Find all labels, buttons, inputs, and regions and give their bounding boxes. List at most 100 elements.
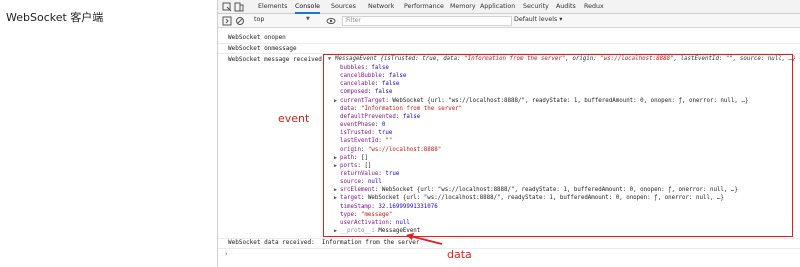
property-value: true — [378, 130, 393, 137]
expand-triangle-icon[interactable]: ▶ — [334, 228, 337, 234]
property-key: path — [340, 154, 354, 161]
property-value: [] — [364, 162, 372, 169]
event-property-row: eventPhase: 0 — [340, 122, 386, 129]
property-key: srcElement — [340, 187, 375, 194]
console-prompt-icon[interactable]: › — [224, 250, 228, 258]
console-toolbar: top ▼ Filter Default levels ▾ — [218, 14, 800, 28]
event-property-row: source: null — [340, 179, 382, 186]
eye-icon[interactable] — [326, 16, 336, 26]
console-output: WebSocket onopen WebSocket onmessage Web… — [218, 28, 800, 267]
expand-triangle-icon[interactable]: ▼ — [328, 56, 331, 62]
property-value: false — [374, 89, 393, 96]
expand-triangle-icon[interactable]: ▶ — [334, 195, 337, 201]
tab-security[interactable]: Security — [523, 0, 549, 14]
tab-performance[interactable]: Performance — [404, 0, 444, 14]
property-key: origin — [340, 146, 361, 153]
sidebar-toggle-icon[interactable] — [222, 16, 232, 26]
tab-network[interactable]: Network — [368, 0, 394, 14]
devtools-panel: Elements Console Sources Network Perform… — [217, 0, 800, 267]
log-line-onopen: WebSocket onopen — [228, 34, 286, 41]
event-property-row: data: "Information from the server" — [340, 105, 463, 112]
expand-triangle-icon[interactable]: ▶ — [334, 98, 337, 104]
tab-memory[interactable]: Memory — [450, 0, 476, 14]
filter-input[interactable]: Filter — [342, 16, 512, 26]
data-received-line: WebSocket data received: Information fro… — [228, 239, 420, 246]
event-object-header[interactable]: MessageEvent {isTrusted: true, data: "In… — [335, 56, 796, 62]
property-key: timeStamp — [340, 203, 372, 210]
devtools-tabbar: Elements Console Sources Network Perform… — [218, 0, 800, 14]
event-property-row: cancelBubble: false — [340, 73, 407, 80]
log-levels-dropdown[interactable]: Default levels ▾ — [514, 16, 562, 23]
annotation-arrow-icon — [406, 233, 443, 245]
event-property-row: isTrusted: true — [340, 130, 393, 137]
tab-audits[interactable]: Audits — [556, 0, 576, 14]
expand-triangle-icon[interactable]: ▶ — [334, 187, 337, 193]
event-property-row: bubbles: false — [340, 65, 389, 71]
event-property-row[interactable]: currentTarget: WebSocket {url: "ws://loc… — [340, 98, 748, 104]
context-selector[interactable]: top — [254, 16, 264, 23]
tab-application[interactable]: Application — [480, 0, 515, 14]
property-key: type — [340, 211, 354, 218]
page-viewport: WebSocket 客户端 — [0, 0, 217, 267]
event-property-row[interactable]: target: WebSocket {url: "ws://localhost:… — [340, 195, 724, 201]
chevron-down-icon[interactable]: ▼ — [306, 16, 310, 22]
property-key: lastEventId — [340, 138, 379, 145]
property-value: false — [371, 65, 389, 71]
expand-triangle-icon[interactable]: ▶ — [334, 155, 337, 161]
device-toolbar-icon[interactable] — [234, 2, 244, 12]
event-property-row: cancelable: false — [340, 81, 400, 88]
log-line-onmessage: WebSocket onmessage — [228, 45, 297, 52]
event-property-row[interactable]: path: [] — [340, 155, 368, 161]
property-key: ports — [340, 162, 358, 169]
event-property-row: returnValue: true — [340, 170, 400, 177]
inspect-element-icon[interactable] — [222, 2, 232, 12]
property-value: null — [395, 219, 410, 226]
event-property-row: origin: "ws://localhost:8888" — [340, 146, 442, 153]
property-key: source — [340, 179, 361, 186]
tab-elements[interactable]: Elements — [258, 0, 287, 14]
divider — [218, 248, 800, 249]
event-property-row: type: "message" — [340, 211, 393, 218]
property-key: isTrusted — [340, 130, 372, 137]
clear-console-icon[interactable] — [235, 16, 245, 26]
page-title: WebSocket 客户端 — [6, 11, 104, 24]
property-key: target — [340, 195, 361, 202]
property-value: 0 — [381, 122, 386, 129]
property-key: cancelBubble — [340, 73, 382, 80]
tab-console[interactable]: Console — [295, 0, 320, 14]
property-value: "ws://localhost:8888" — [367, 146, 442, 153]
property-key: eventPhase — [340, 122, 375, 129]
property-key: returnValue — [340, 170, 379, 177]
property-value: "Information from the server" — [360, 105, 463, 112]
event-property-row: composed: false — [340, 89, 393, 96]
annotation-event: event — [278, 112, 310, 125]
property-value: false — [388, 73, 407, 80]
tab-redux[interactable]: Redux — [584, 0, 604, 14]
tab-sources[interactable]: Sources — [331, 0, 356, 14]
property-value: null — [367, 179, 382, 186]
event-property-row[interactable]: srcElement: WebSocket {url: "ws://localh… — [340, 187, 738, 193]
message-received-label: WebSocket message received: — [228, 56, 326, 63]
property-key: currentTarget — [340, 97, 386, 104]
event-property-row: timeStamp: 32.16999991331076 — [340, 203, 438, 210]
property-value: true — [385, 170, 400, 177]
event-property-row[interactable]: ports: [] — [340, 163, 371, 169]
property-value: WebSocket {url: "ws://localhost:8888/", … — [381, 187, 738, 194]
property-key: userActivation — [340, 219, 389, 226]
property-key: defaultPrevented — [340, 113, 396, 120]
divider — [218, 43, 800, 44]
property-value: 32.16999991331076 — [378, 203, 438, 210]
event-property-row: lastEventId: "" — [340, 138, 393, 145]
property-value: WebSocket {url: "ws://localhost:8888/", … — [367, 195, 724, 202]
property-value: [] — [360, 154, 368, 161]
property-key: composed — [340, 89, 368, 96]
property-key: __proto__ — [340, 228, 372, 234]
expand-triangle-icon[interactable]: ▶ — [334, 163, 337, 169]
property-key: data — [340, 105, 354, 112]
property-value: "" — [385, 138, 393, 145]
property-value: false — [381, 81, 400, 88]
property-value: WebSocket {url: "ws://localhost:8888/", … — [392, 97, 749, 104]
annotation-data: data — [447, 248, 472, 261]
event-property-row: userActivation: null — [340, 219, 410, 226]
property-value: "message" — [360, 211, 393, 218]
